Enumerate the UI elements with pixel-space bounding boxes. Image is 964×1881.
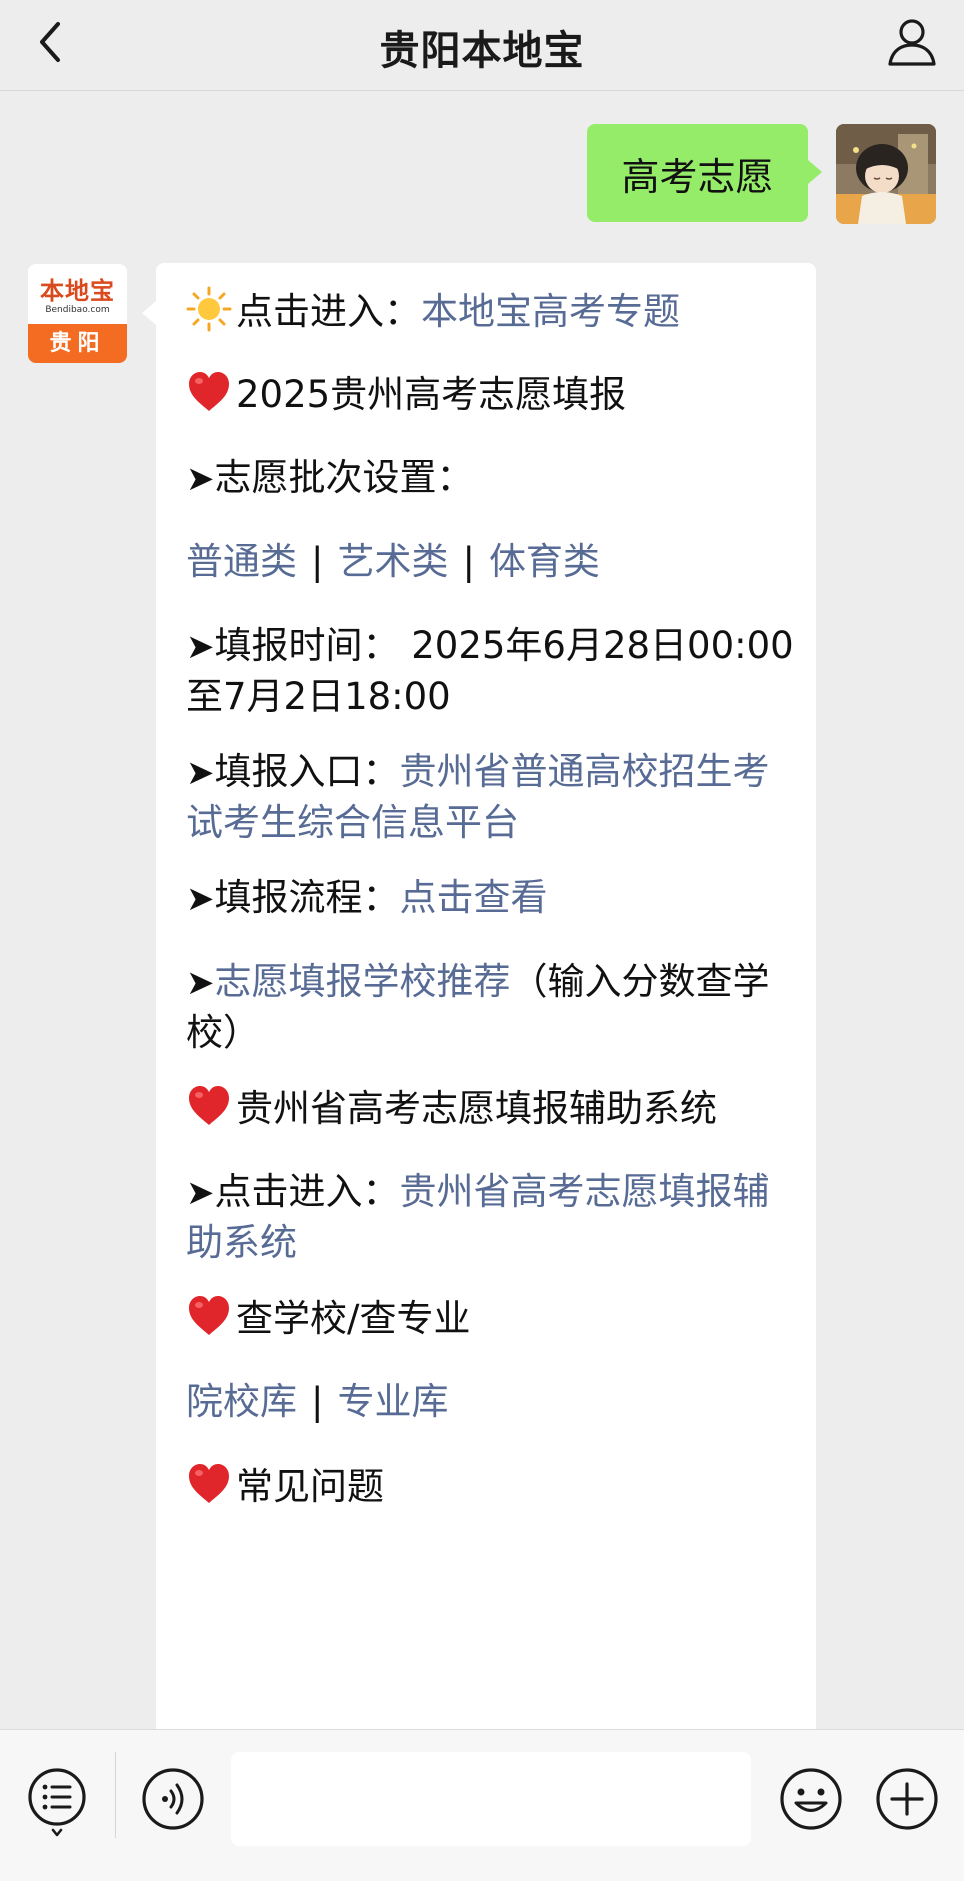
user-avatar[interactable] xyxy=(836,124,936,224)
line-text: 填报时间： 2025年6月28日00:00至7月2日18:00 xyxy=(186,624,794,718)
category-link-sports[interactable]: 体育类 xyxy=(489,540,600,583)
message-line: 查学校/查专业 xyxy=(186,1293,796,1344)
profile-button[interactable] xyxy=(884,14,940,70)
message-line: 院校库 | 专业库 xyxy=(186,1377,796,1427)
topic-link[interactable]: 本地宝高考专题 xyxy=(421,290,680,333)
red-heart-emoji-icon xyxy=(189,372,229,411)
section-heading: 常见问题 xyxy=(236,1465,384,1508)
separator: | xyxy=(311,1380,324,1423)
arrow-icon: ➤ xyxy=(186,1173,215,1213)
section-heading: 贵州省高考志愿填报辅助系统 xyxy=(236,1087,717,1130)
major-library-link[interactable]: 专业库 xyxy=(337,1380,448,1423)
section-heading: 2025贵州高考志愿填报 xyxy=(236,373,627,416)
divider xyxy=(115,1752,116,1838)
bot-logo-domain: Bendibao.com xyxy=(45,305,110,315)
separator: | xyxy=(462,540,475,583)
message-line: ➤志愿批次设置： xyxy=(186,453,796,504)
line-text: 填报流程： xyxy=(214,876,400,919)
line-text: 填报入口： xyxy=(214,750,400,793)
arrow-icon: ➤ xyxy=(186,753,215,793)
message-line: ➤志愿填报学校推荐（输入分数查学校） xyxy=(186,957,796,1058)
page-title: 贵阳本地宝 xyxy=(379,28,585,74)
red-heart-emoji-icon xyxy=(189,1296,229,1335)
message-line: 普通类 | 艺术类 | 体育类 xyxy=(186,537,796,587)
separator: | xyxy=(311,540,324,583)
section-heading: 查学校/查专业 xyxy=(236,1297,471,1340)
emoji-button[interactable] xyxy=(778,1766,844,1832)
message-line: ➤填报流程：点击查看 xyxy=(186,873,796,924)
input-bar xyxy=(0,1729,964,1881)
user-message-text: 高考志愿 xyxy=(621,154,774,199)
bot-logo: 本地宝 Bendibao.com xyxy=(28,264,127,324)
category-link-general[interactable]: 普通类 xyxy=(186,540,297,583)
nav-bar: 贵阳本地宝 xyxy=(0,0,964,91)
plus-icon xyxy=(876,1768,938,1830)
smiley-icon xyxy=(780,1768,842,1830)
process-link[interactable]: 点击查看 xyxy=(400,876,548,919)
arrow-icon: ➤ xyxy=(186,879,215,919)
college-library-link[interactable]: 院校库 xyxy=(186,1380,297,1423)
line-text: 点击进入： xyxy=(214,1170,400,1213)
person-icon xyxy=(888,19,936,66)
bot-message-bubble: 点击进入：本地宝高考专题 2025贵州高考志愿填报 ➤志愿批次设置： 普通类 | 艺… xyxy=(142,263,816,1729)
red-heart-emoji-icon xyxy=(189,1464,229,1503)
message-line: ➤填报入口：贵州省普通高校招生考试考生综合信息平台 xyxy=(186,747,796,848)
message-line: 常见问题 xyxy=(186,1461,796,1512)
message-line: 2025贵州高考志愿填报 xyxy=(186,369,796,420)
school-recommend-link[interactable]: 志愿填报学校推荐 xyxy=(215,960,511,1003)
arrow-icon: ➤ xyxy=(186,459,215,499)
red-heart-emoji-icon xyxy=(189,1086,229,1125)
more-button[interactable] xyxy=(874,1766,940,1832)
bot-logo-brand: 本地宝 xyxy=(40,276,115,305)
message-input[interactable] xyxy=(231,1752,751,1846)
arrow-icon: ➤ xyxy=(186,627,215,667)
bot-avatar[interactable]: 本地宝 Bendibao.com 贵阳 xyxy=(28,264,127,363)
menu-list-icon xyxy=(28,1768,86,1837)
message-line: ➤填报时间： 2025年6月28日00:00至7月2日18:00 xyxy=(186,621,796,722)
user-message-bubble[interactable]: 高考志愿 xyxy=(587,124,822,222)
voice-icon xyxy=(142,1768,204,1830)
user-avatar-image xyxy=(836,124,936,224)
arrow-icon: ➤ xyxy=(186,963,215,1003)
bot-logo-city: 贵阳 xyxy=(28,324,127,363)
line-text: 志愿批次设置： xyxy=(214,456,474,499)
message-line: 点击进入：本地宝高考专题 xyxy=(186,286,796,337)
message-line: 贵州省高考志愿填报辅助系统 xyxy=(186,1083,796,1134)
chat-area[interactable]: 高考志愿 本地宝 Bendibao.com 贵阳 点击进入：本地宝高考专题 20… xyxy=(0,91,964,1729)
message-line: ➤点击进入：贵州省高考志愿填报辅助系统 xyxy=(186,1167,796,1268)
sun-emoji-icon xyxy=(186,286,232,332)
line-text: 点击进入： xyxy=(236,290,421,333)
menu-button[interactable] xyxy=(24,1764,90,1838)
voice-button[interactable] xyxy=(140,1766,206,1832)
category-link-art[interactable]: 艺术类 xyxy=(337,540,448,583)
